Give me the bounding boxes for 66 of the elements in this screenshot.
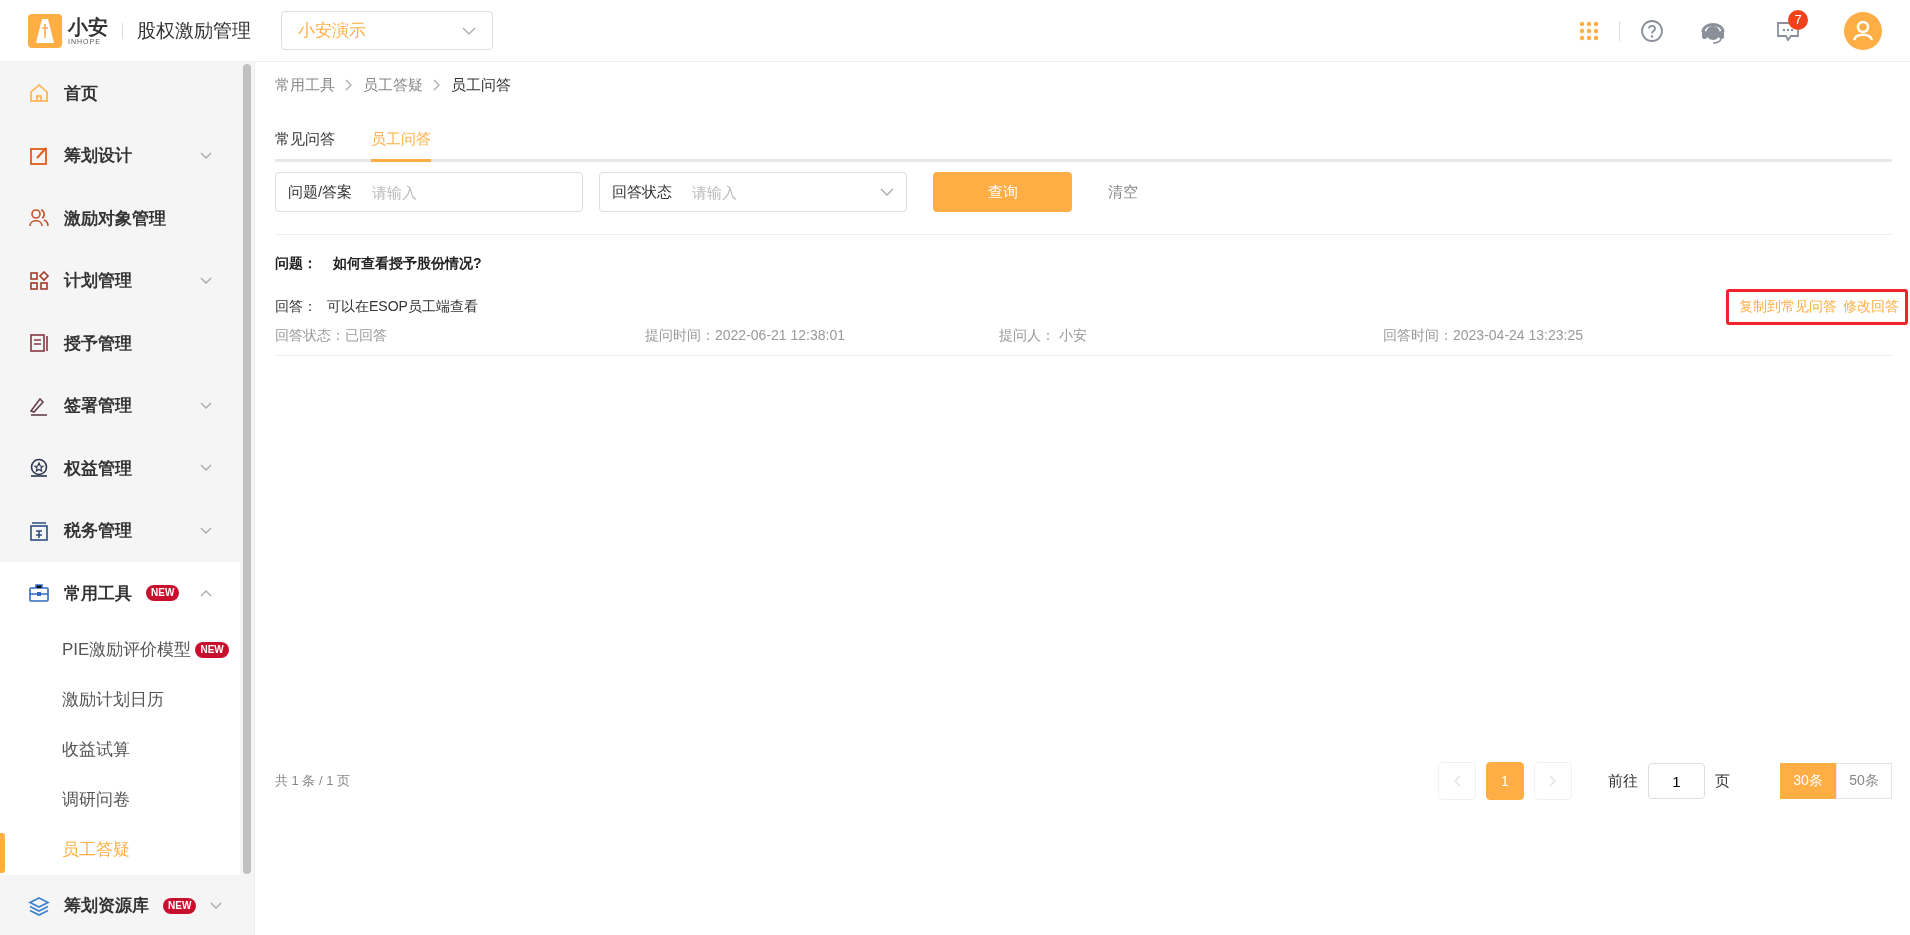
- help-icon[interactable]: [1640, 18, 1664, 43]
- meta-text: 提问时间：2022-06-21 12:38:01: [645, 327, 846, 345]
- chevron-right-icon: [433, 79, 441, 91]
- search-field[interactable]: 问题/答案 请输入: [275, 172, 583, 212]
- total-count: 共 1 条 / 1 页: [275, 772, 351, 790]
- breadcrumb-item[interactable]: 员工答疑: [363, 75, 423, 95]
- logo-icon: [28, 13, 62, 48]
- chevron-down-icon: [200, 276, 212, 285]
- sidebar-item[interactable]: 筹划设计: [0, 124, 240, 187]
- submenu-item[interactable]: 调研问卷: [0, 774, 240, 825]
- sidebar-item[interactable]: 常用工具 NEW: [0, 562, 240, 625]
- sidebar-item[interactable]: 授予管理: [0, 312, 240, 375]
- chevron-down-icon: [210, 901, 223, 910]
- question-text: 问题： 如何查看授予股份情况?: [275, 254, 483, 273]
- tab[interactable]: 常见问答: [275, 118, 335, 162]
- sidebar-item[interactable]: 权益管理: [0, 437, 240, 500]
- submenu-item[interactable]: PIE激励评价模型 NEW: [0, 624, 240, 675]
- new-badge: NEW: [146, 585, 180, 602]
- status-select[interactable]: 回答状态 请输入: [599, 172, 907, 212]
- medal-icon: [28, 457, 50, 480]
- submenu-item[interactable]: 收益试算: [0, 724, 240, 775]
- text-input[interactable]: 请输入: [370, 182, 570, 202]
- app-title: 股权激励管理: [137, 18, 251, 43]
- chevron-down-icon: [880, 188, 894, 196]
- chevron-up-icon: [200, 589, 212, 598]
- submenu-item[interactable]: 激励计划日历: [0, 674, 240, 725]
- meta-text: 提问人： 小安: [999, 327, 1088, 345]
- document-icon: [28, 332, 50, 355]
- home-icon: [28, 82, 50, 105]
- chevron-left-icon: [1453, 775, 1461, 787]
- page-input[interactable]: 1: [1648, 763, 1705, 799]
- sidebar-item[interactable]: 税务管理: [0, 499, 240, 562]
- sidebar-item[interactable]: 签署管理: [0, 374, 240, 437]
- sidebar-item[interactable]: 激励对象管理: [0, 187, 240, 250]
- chevron-down-icon: [200, 401, 212, 410]
- meta-text: 回答时间：2023-04-24 13:23:25: [1383, 327, 1583, 345]
- scrollbar[interactable]: [243, 64, 251, 874]
- toolbox-icon: [28, 582, 50, 605]
- logo-name: 小安: [68, 16, 108, 38]
- new-badge: NEW: [195, 641, 229, 658]
- meta-text: 回答状态：已回答: [275, 327, 388, 345]
- new-badge: NEW: [163, 897, 197, 914]
- grid-icon: [28, 269, 50, 292]
- chevron-down-icon: [462, 26, 476, 35]
- breadcrumb-item[interactable]: 常用工具: [275, 75, 335, 95]
- chevron-right-icon: [345, 79, 353, 91]
- goto-label: 前往: [1608, 771, 1638, 791]
- apps-grid-icon[interactable]: [1579, 20, 1599, 41]
- notification-badge: 7: [1788, 9, 1808, 30]
- answer-text: 回答： 可以在ESOP员工端查看: [275, 298, 478, 316]
- layers-icon: [28, 894, 50, 917]
- chevron-down-icon: [200, 464, 212, 473]
- chevron-down-icon: [200, 526, 212, 535]
- sidebar-item[interactable]: 计划管理: [0, 249, 240, 312]
- text-input[interactable]: 请输入: [690, 182, 862, 202]
- active-indicator: [0, 832, 5, 873]
- clear-button[interactable]: 清空: [1102, 181, 1144, 203]
- chevron-right-icon: [1549, 775, 1557, 787]
- page-suffix: 页: [1715, 771, 1730, 791]
- page-size-button[interactable]: 50条: [1836, 763, 1892, 799]
- sidebar-item[interactable]: 筹划资源库 NEW: [0, 874, 240, 935]
- avatar-icon[interactable]: [1844, 11, 1882, 50]
- tax-icon: [28, 519, 50, 542]
- chevron-down-icon: [200, 151, 212, 160]
- breadcrumb-item: 员工问答: [451, 75, 511, 95]
- sidebar-item[interactable]: 首页: [0, 62, 240, 125]
